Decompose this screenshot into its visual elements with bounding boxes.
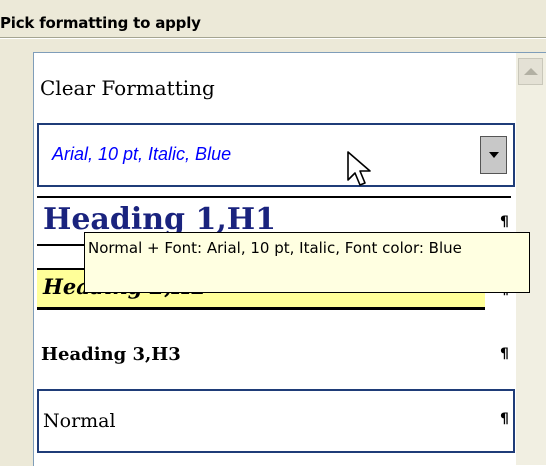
paragraph-mark-icon: ¶ bbox=[500, 411, 509, 427]
style-item-label: Normal bbox=[43, 410, 116, 432]
scroll-up-button[interactable] bbox=[518, 58, 543, 85]
style-item-label: Arial, 10 pt, Italic, Blue bbox=[52, 144, 232, 164]
style-item-label: Heading 3,H3 bbox=[41, 344, 181, 365]
style-item-selected[interactable]: Arial, 10 pt, Italic, Blue bbox=[37, 123, 515, 187]
style-tooltip: Normal + Font: Arial, 10 pt, Italic, Fon… bbox=[84, 232, 530, 293]
mouse-pointer-icon bbox=[347, 151, 371, 186]
style-item-normal[interactable]: Normal bbox=[37, 389, 515, 453]
section-divider bbox=[0, 37, 546, 39]
paragraph-mark-icon: ¶ bbox=[500, 214, 509, 230]
style-dropdown-button[interactable] bbox=[480, 136, 507, 174]
heading-border-top bbox=[37, 196, 511, 198]
section-title: Pick formatting to apply bbox=[0, 14, 201, 32]
paragraph-mark-icon: ¶ bbox=[500, 346, 509, 362]
chevron-down-icon bbox=[488, 152, 499, 158]
style-item-clear-formatting[interactable]: Clear Formatting bbox=[34, 68, 510, 108]
style-item-heading-3[interactable]: Heading 3,H3 bbox=[34, 334, 514, 374]
style-item-label: Clear Formatting bbox=[40, 76, 215, 100]
arrow-up-icon bbox=[523, 68, 538, 75]
